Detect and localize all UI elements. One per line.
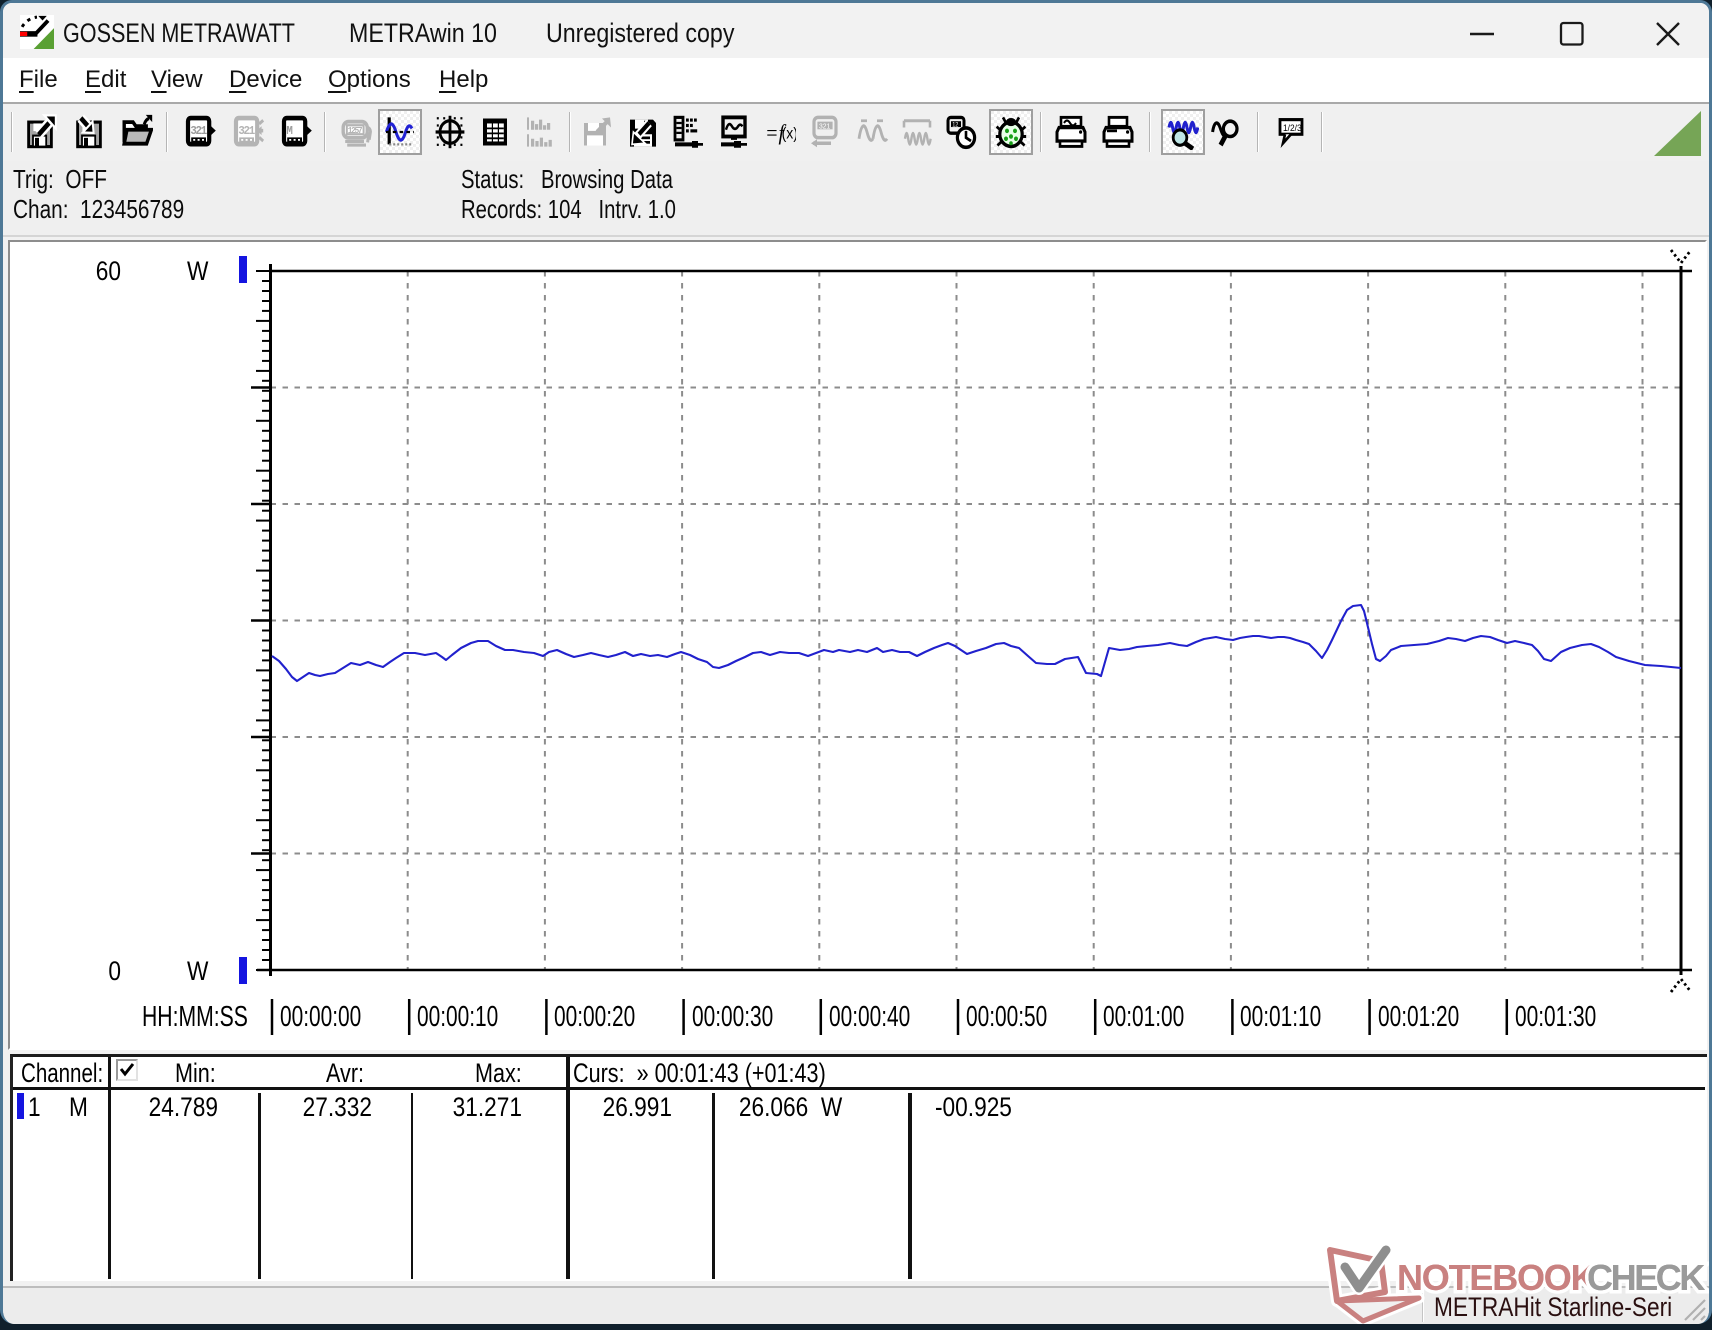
svg-text:1257: 1257	[348, 126, 363, 137]
svg-text:321: 321	[190, 124, 207, 138]
svg-text:12: 12	[952, 122, 959, 128]
svg-text:1/2/3: 1/2/3	[1283, 123, 1302, 134]
svg-text:321: 321	[819, 121, 830, 131]
svg-text:(x): (x)	[782, 126, 796, 143]
svg-text:NOTEBOOK: NOTEBOOK	[1397, 1257, 1597, 1298]
svg-text:321: 321	[238, 124, 255, 138]
svg-text:CHECK: CHECK	[1587, 1257, 1705, 1298]
svg-text:M: M	[286, 124, 293, 138]
